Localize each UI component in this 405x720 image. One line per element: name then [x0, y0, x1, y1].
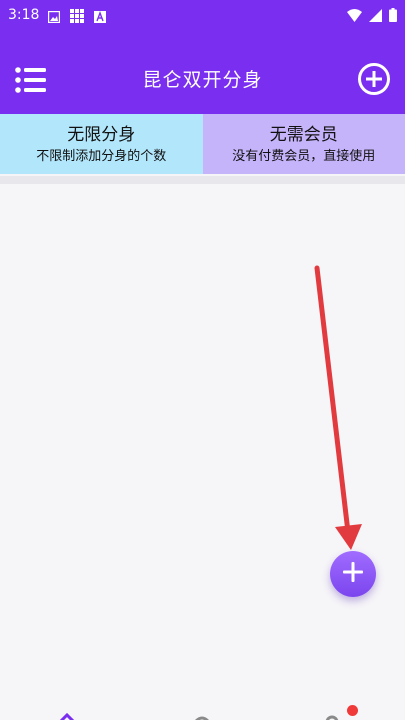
banner-right-subtitle: 没有付费会员，直接使用 [232, 148, 376, 164]
add-clone-fab[interactable] [330, 551, 376, 597]
banner-right-title: 无需会员 [269, 124, 338, 145]
banner-left-title: 无限分身 [67, 124, 136, 145]
status-time: 3:18 [8, 7, 40, 23]
shield-icon[interactable] [191, 710, 213, 720]
status-right-icons [347, 7, 397, 26]
signal-icon [369, 7, 382, 26]
status-bar: 3:18 [0, 0, 405, 30]
notification-dot [347, 705, 358, 716]
status-left-icons [47, 8, 106, 27]
grid-icon [70, 8, 84, 27]
banner-left-subtitle: 不限制添加分身的个数 [36, 148, 167, 164]
bottom-nav [0, 704, 405, 720]
app-bar: 昆仑双开分身 [0, 30, 405, 114]
battery-icon [389, 7, 397, 26]
plus-circle-icon [357, 63, 391, 100]
feature-banner: 无限分身 不限制添加分身的个数 无需会员 没有付费会员，直接使用 [0, 114, 405, 174]
banner-unlimited-clones: 无限分身 不限制添加分身的个数 [0, 114, 203, 174]
clone-list-area [0, 184, 405, 704]
text-a-icon [94, 8, 106, 27]
app-title: 昆仑双开分身 [142, 69, 263, 91]
home-icon[interactable] [55, 710, 79, 720]
section-divider [0, 176, 405, 184]
person-icon[interactable] [322, 710, 342, 720]
image-icon [47, 8, 61, 27]
banner-no-membership: 无需会员 没有付费会员，直接使用 [202, 114, 405, 174]
plus-icon [342, 561, 364, 587]
add-button[interactable] [357, 62, 391, 96]
wifi-icon [347, 7, 362, 26]
